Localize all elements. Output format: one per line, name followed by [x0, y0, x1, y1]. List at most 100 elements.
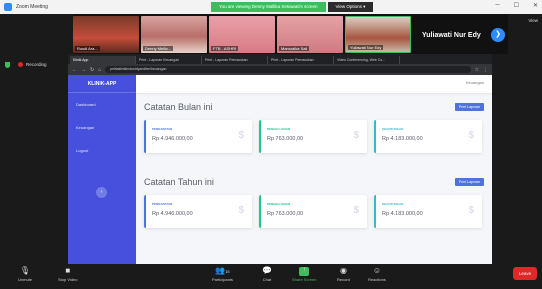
participant-video[interactable]: Denny Meiliz... — [141, 16, 207, 53]
forward-icon[interactable]: → — [81, 67, 86, 73]
browser-tab[interactable]: Klinik App — [70, 56, 136, 64]
dollar-icon: $ — [468, 205, 474, 216]
shield-icon[interactable] — [5, 62, 10, 68]
next-page-icon[interactable]: ❯ — [491, 28, 505, 42]
sidebar-item-logout[interactable]: Logout — [68, 139, 136, 162]
card-row: PENDAPATAN Rp 4.946.000,00 $ PENGELUARAN… — [144, 190, 484, 232]
profit-card: KEUNTUNGAN Rp 4.183.000,00 $ — [374, 195, 482, 228]
profit-card: KEUNTUNGAN Rp 4.183.000,00 $ — [374, 120, 482, 153]
participant-name: Denny Meiliz... — [143, 46, 174, 51]
participants-button[interactable]: 👥15 Participants — [212, 266, 233, 282]
star-icon[interactable]: ☆ — [475, 67, 479, 73]
card-value: Rp 4.183.000,00 — [382, 211, 423, 217]
url-field[interactable]: pelitaklinikindustriyandtbe/keuangan — [105, 66, 471, 73]
income-card: PENDAPATAN Rp 4.946.000,00 $ — [144, 195, 252, 228]
address-bar: ← → ↻ ⌂ pelitaklinikindustriyandtbe/keua… — [68, 64, 492, 75]
dollar-icon: $ — [238, 130, 244, 141]
card-label: KEUNTUNGAN — [382, 202, 404, 206]
record-dot-icon — [18, 62, 23, 67]
expense-card: PENGELUARAN Rp 763.000,00 $ — [259, 195, 367, 228]
browser-tab[interactable]: Video Conferencing, Web Co... — [334, 56, 400, 64]
participant-video[interactable]: Mamoalka Sali — [277, 16, 343, 53]
recording-label: Recording — [26, 62, 47, 67]
menu-icon[interactable]: ⋮ — [483, 67, 488, 73]
dollar-icon: $ — [353, 130, 359, 141]
participant-video[interactable]: Rusdi Ara... — [73, 16, 139, 53]
record-button[interactable]: ◉ Record — [337, 266, 350, 282]
leave-button[interactable]: Leave — [513, 267, 537, 280]
card-accent — [144, 195, 146, 228]
back-icon[interactable]: ← — [72, 67, 77, 73]
reactions-icon: ☺ — [372, 266, 381, 275]
share-screen-label: Share Screen — [292, 277, 317, 282]
browser-tab[interactable]: Print - Laporan Keuangan — [136, 56, 202, 64]
card-accent — [259, 195, 261, 228]
card-label: PENDAPATAN — [152, 202, 173, 206]
print-report-button[interactable]: Print Laporan — [454, 178, 484, 186]
chat-icon: 💬 — [262, 266, 272, 275]
main-content: Catatan Bulan ini Print Laporan PENDAPAT… — [144, 99, 484, 232]
minimize-icon[interactable]: ─ — [495, 2, 499, 9]
card-value: Rp 4.183.000,00 — [382, 136, 423, 142]
participant-name: Yuliawati Nur Edy — [348, 45, 384, 50]
card-value: Rp 763.000,00 — [267, 211, 304, 217]
chat-label: Chat — [262, 277, 272, 282]
participant-video[interactable]: FTB - ASHRI — [209, 16, 275, 53]
chat-button[interactable]: 💬 Chat — [262, 266, 272, 282]
stop-video-button[interactable]: ■ Stop Video — [58, 266, 78, 282]
participant-name: FTB - ASHRI — [211, 46, 239, 51]
stop-video-label: Stop Video — [58, 277, 78, 282]
view-options-button[interactable]: View Options ▾ — [327, 2, 374, 12]
print-report-button[interactable]: Print Laporan — [454, 103, 484, 111]
browser-tab[interactable]: Print - Laporan Pemasukan — [202, 56, 268, 64]
record-icon: ◉ — [339, 266, 347, 275]
dollar-icon: $ — [353, 205, 359, 216]
active-speaker-name: Yuliawati Nur Edy — [422, 32, 481, 39]
record-label: Record — [337, 277, 350, 282]
browser-tabbar: Klinik App Print - Laporan Keuangan Prin… — [68, 54, 492, 64]
browser-tab[interactable]: Print - Laporan Pemasukan — [268, 56, 334, 64]
section-header: Catatan Bulan ini Print Laporan — [144, 99, 484, 115]
reactions-button[interactable]: ☺ Reactions — [368, 266, 386, 282]
card-value: Rp 4.946.000,00 — [152, 136, 193, 142]
section-title: Catatan Tahun ini — [144, 177, 214, 187]
card-label: PENDAPATAN — [152, 127, 173, 131]
card-accent — [374, 120, 376, 153]
sidebar-toggle-icon[interactable]: ‹ — [96, 187, 107, 198]
share-message: You are viewing Denny Mallika Setiawati'… — [211, 2, 326, 12]
window-controls: ─ ☐ ✕ — [495, 2, 538, 9]
topnav-user[interactable]: Keuangan — [466, 80, 484, 85]
card-row: PENDAPATAN Rp 4.946.000,00 $ PENGELUARAN… — [144, 115, 484, 157]
reload-icon[interactable]: ↻ — [90, 67, 94, 73]
video-camera-icon: ■ — [65, 266, 71, 275]
card-label: PENGELUARAN — [267, 127, 291, 131]
share-screen-icon: ↑ — [299, 267, 310, 276]
section-title: Catatan Bulan ini — [144, 102, 213, 112]
participant-video-active[interactable]: Yuliawati Nur Edy — [345, 16, 411, 53]
unmute-label: Unmute — [18, 277, 33, 282]
app-brand: KLINIK-APP — [68, 75, 136, 93]
zoom-app-icon — [4, 3, 12, 11]
card-value: Rp 4.946.000,00 — [152, 211, 193, 217]
app-topnav: Keuangan — [136, 75, 492, 93]
sidebar-item-keuangan[interactable]: Keuangan — [68, 116, 136, 139]
maximize-icon[interactable]: ☐ — [514, 2, 519, 9]
section-header: Catatan Tahun ini Print Laporan — [144, 174, 484, 190]
card-label: PENGELUARAN — [267, 202, 291, 206]
participant-name: Rusdi Ara... — [75, 46, 100, 51]
close-icon[interactable]: ✕ — [533, 2, 538, 9]
view-button[interactable]: View — [528, 18, 538, 23]
sidebar-item-dashboard[interactable]: Dashboard — [68, 93, 136, 116]
participant-name: Mamoalka Sali — [279, 46, 310, 51]
unmute-button[interactable]: 🎙 Unmute — [18, 266, 32, 282]
participants-count: 15 — [225, 269, 230, 274]
recording-indicator[interactable]: Recording — [18, 62, 47, 67]
reactions-label: Reactions — [368, 277, 386, 282]
shared-browser: Klinik App Print - Laporan Keuangan Prin… — [68, 54, 492, 264]
home-icon[interactable]: ⌂ — [98, 67, 101, 73]
income-card: PENDAPATAN Rp 4.946.000,00 $ — [144, 120, 252, 153]
share-screen-button[interactable]: ↑ Share Screen — [292, 266, 316, 282]
mic-muted-icon: 🎙 — [19, 266, 31, 275]
left-gutter — [0, 54, 73, 264]
card-accent — [374, 195, 376, 228]
